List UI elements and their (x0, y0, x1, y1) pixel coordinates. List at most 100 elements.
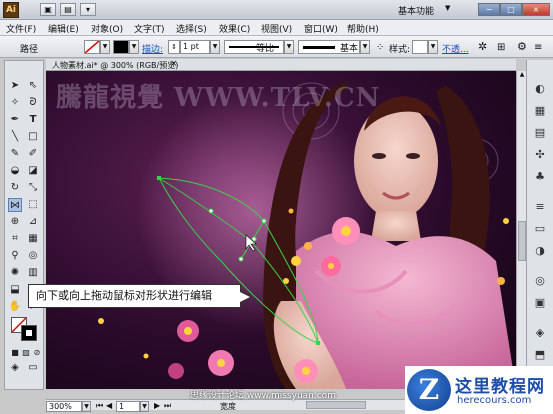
scale-tool-icon[interactable]: ⤡ (26, 181, 40, 195)
brush-dropdown-icon[interactable]: ▼ (360, 40, 370, 54)
align-icon[interactable]: ⊞ (497, 42, 505, 53)
control-menu-icon[interactable]: ≡ (534, 42, 542, 53)
recolor-artwork-icon[interactable]: ✲ (478, 40, 487, 53)
workspace-dropdown-icon[interactable]: ▼ (445, 4, 450, 12)
forum-watermark: 思缘设计论坛 www.missyuan.com (190, 391, 336, 401)
pen-tool-icon[interactable]: ✒ (8, 113, 22, 127)
options-gear-icon[interactable]: ⚙ (517, 40, 527, 53)
bridge-button[interactable]: ▣ (40, 3, 56, 16)
color-guide-panel-icon[interactable]: ▦ (533, 104, 547, 118)
column-graph-tool-icon[interactable]: ▥ (26, 266, 40, 280)
pencil-tool-icon[interactable]: ✐ (26, 147, 40, 161)
zoom-dropdown-icon[interactable]: ▼ (82, 401, 91, 412)
document-close-icon[interactable]: × (170, 59, 178, 69)
zoom-level-field[interactable]: 300% (46, 401, 82, 412)
menu-object[interactable]: 对象(O) (91, 22, 123, 35)
color-panel-icon[interactable]: ◐ (533, 82, 547, 96)
gradient-tool-icon[interactable]: ▦ (26, 232, 40, 246)
fill-dropdown-icon[interactable]: ▼ (100, 40, 110, 54)
shape-builder-tool-icon[interactable]: ⊕ (8, 215, 22, 229)
gradient-panel-icon[interactable]: ▭ (533, 222, 547, 236)
none-mode-icon[interactable]: ⊘ (30, 346, 44, 360)
stroke-panel-icon[interactable]: ≡ (533, 200, 547, 214)
graphic-styles-panel-icon[interactable]: ▣ (533, 296, 547, 310)
eyedropper-tool-icon[interactable]: ⚲ (8, 249, 22, 263)
graphic-style-swatch[interactable] (412, 40, 428, 54)
stroke-weight-dropdown-icon[interactable]: ▼ (210, 40, 220, 54)
current-tool-name: 宽度 (220, 402, 236, 411)
variable-width-profile[interactable] (224, 40, 284, 54)
paintbrush-tool-icon[interactable]: ✎ (8, 147, 22, 161)
view-mode-button[interactable]: ▾ (80, 3, 96, 16)
title-bar: Ai ▣ ▤ ▾ 基本功能 ▼ − □ × (0, 0, 553, 20)
line-tool-icon[interactable]: ╲ (8, 130, 22, 144)
stroke-color-swatch[interactable] (21, 325, 37, 341)
width-tool-icon[interactable]: ⋈ (8, 198, 22, 212)
appearance-panel-icon[interactable]: ◎ (533, 274, 547, 288)
artboards-panel-icon[interactable]: ⬒ (533, 348, 547, 362)
stroke-panel-link[interactable]: 描边: (142, 42, 163, 55)
menu-help[interactable]: 帮助(H) (347, 22, 379, 35)
brush-label: 基本 (340, 44, 359, 54)
menu-file[interactable]: 文件(F) (6, 22, 36, 35)
fill-swatch[interactable] (84, 40, 100, 54)
artboard-canvas[interactable]: 騰龍視覺 WWW.TLV.CN (46, 71, 516, 389)
symbols-panel-icon[interactable]: ♣ (533, 170, 547, 184)
scroll-up-icon[interactable]: ▲ (518, 71, 526, 81)
previous-artboard-icon[interactable]: ◀ (106, 401, 112, 410)
magic-wand-tool-icon[interactable]: ✧ (8, 96, 22, 110)
symbol-sprayer-tool-icon[interactable]: ✺ (8, 266, 22, 280)
menu-window[interactable]: 窗口(W) (304, 22, 338, 35)
swatches-panel-icon[interactable]: ▤ (533, 126, 547, 140)
minimize-button[interactable]: − (478, 3, 500, 16)
hand-tool-icon[interactable]: ✋ (8, 300, 22, 314)
lasso-tool-icon[interactable]: ᘐ (26, 96, 40, 110)
vertical-scroll-thumb[interactable] (518, 221, 526, 261)
workspace-switcher[interactable]: 基本功能 (398, 4, 434, 17)
stroke-swatch[interactable] (113, 40, 129, 54)
brushes-panel-icon[interactable]: ✣ (533, 148, 547, 162)
vertical-scrollbar[interactable]: ▲ ▼ (516, 71, 526, 389)
close-button[interactable]: × (522, 3, 550, 16)
arrange-documents-button[interactable]: ▤ (60, 3, 76, 16)
blend-tool-icon[interactable]: ◎ (26, 249, 40, 263)
first-artboard-icon[interactable]: ⏮ (96, 401, 103, 411)
transparency-panel-icon[interactable]: ◑ (533, 244, 547, 258)
next-artboard-icon[interactable]: ▶ (154, 401, 160, 410)
stroke-dropdown-icon[interactable]: ▼ (129, 40, 139, 54)
selection-tool-icon[interactable]: ➤ (8, 79, 22, 93)
type-tool-icon[interactable]: T (26, 113, 40, 127)
last-artboard-icon[interactable]: ⏭ (164, 401, 171, 411)
profile-dropdown-icon[interactable]: ▼ (284, 40, 294, 54)
graphic-style-options-icon[interactable]: ⁘ (376, 42, 384, 53)
artboard-dropdown-icon[interactable]: ▼ (140, 401, 149, 412)
eraser-tool-icon[interactable]: ◪ (26, 164, 40, 178)
free-transform-tool-icon[interactable]: ⬚ (26, 198, 40, 212)
screen-mode-icon[interactable]: ▭ (26, 361, 40, 375)
stroke-weight-input[interactable]: 1 pt (180, 40, 210, 54)
menu-type[interactable]: 文字(T) (134, 22, 165, 35)
menu-effect[interactable]: 效果(C) (219, 22, 250, 35)
menu-view[interactable]: 视图(V) (261, 22, 292, 35)
draw-mode-icon[interactable]: ◈ (8, 361, 22, 375)
menu-select[interactable]: 选择(S) (176, 22, 207, 35)
rotate-tool-icon[interactable]: ↻ (8, 181, 22, 195)
perspective-grid-tool-icon[interactable]: ⊿ (26, 215, 40, 229)
stroke-weight-stepper[interactable]: ⇕ (168, 40, 180, 54)
graphic-style-dropdown-icon[interactable]: ▼ (428, 40, 438, 54)
menu-edit[interactable]: 编辑(E) (48, 22, 79, 35)
artboard-tool-icon[interactable]: ⬓ (8, 283, 22, 297)
mesh-tool-icon[interactable]: ⌗ (8, 232, 22, 246)
menu-bar: 文件(F) 编辑(E) 对象(O) 文字(T) 选择(S) 效果(C) 视图(V… (0, 20, 553, 36)
document-tab[interactable]: 人物素材.ai* @ 300% (RGB/预览) × (46, 59, 516, 71)
selection-type-label: 路径 (20, 45, 39, 55)
rectangle-tool-icon[interactable]: □ (26, 130, 40, 144)
brand-name: 这里教程网 (455, 377, 545, 397)
direct-selection-tool-icon[interactable]: ⇖ (26, 79, 40, 93)
opacity-panel-link[interactable]: 不透... (442, 42, 469, 55)
blob-brush-tool-icon[interactable]: ◒ (8, 164, 22, 178)
maximize-button[interactable]: □ (500, 3, 522, 16)
layers-panel-icon[interactable]: ◈ (533, 326, 547, 340)
artboard-number-field[interactable]: 1 (116, 401, 140, 412)
site-brand-logo: Z 这里教程网 herecours.com (405, 366, 553, 414)
